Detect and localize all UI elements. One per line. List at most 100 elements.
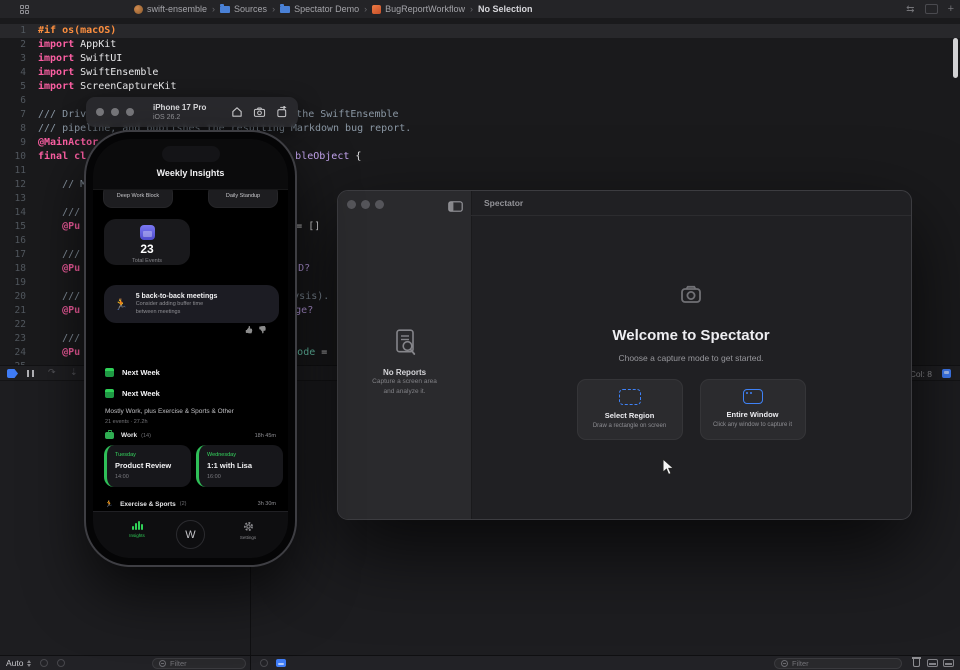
- insight-subtitle: between meetings: [136, 308, 218, 316]
- jump-bar: swift-ensemble › Sources › Spectator Demo › Bu…: [0, 0, 960, 19]
- breadcrumb-item[interactable]: swift-ensemble: [134, 4, 207, 14]
- total-events-value: 23: [140, 242, 153, 256]
- empty-subtitle: and analyze it.: [384, 387, 426, 397]
- zoom-button[interactable]: [375, 200, 384, 209]
- step-into-icon[interactable]: ⇣: [70, 367, 78, 378]
- folder-icon: [280, 6, 290, 13]
- week-meta: 21 events · 27.2h: [105, 419, 148, 425]
- device-name: iPhone 17 Pro: [153, 104, 206, 112]
- spectator-sidebar: No Reports Capture a screen area and ana…: [338, 191, 472, 519]
- window-outline-icon: [743, 389, 763, 404]
- bar-chart-icon: [132, 521, 143, 530]
- report-search-icon: [393, 329, 417, 357]
- swift-icon: [372, 5, 381, 14]
- breadcrumb-item[interactable]: Sources: [220, 4, 267, 14]
- os-version: iOS 26.2: [153, 114, 206, 121]
- minimize-button[interactable]: [111, 108, 119, 116]
- filter-icon: [781, 660, 788, 667]
- select-region-button[interactable]: Select Region Draw a rectangle on screen: [577, 379, 683, 440]
- chevron-right-icon: ›: [272, 4, 275, 14]
- breadcrumb-item[interactable]: Spectator Demo: [280, 4, 359, 14]
- section-next-week: Next Week: [105, 389, 160, 398]
- screenshot-icon[interactable]: [253, 106, 266, 118]
- breakpoints-toggle-icon[interactable]: [7, 369, 18, 378]
- empty-reports-state: No Reports Capture a screen area and ana…: [338, 329, 471, 396]
- event-card[interactable]: Wednesday 1:1 with Lisa 16:00: [196, 445, 283, 487]
- device-icon[interactable]: [942, 369, 951, 378]
- zoom-button[interactable]: [126, 108, 134, 116]
- code-line: 1#if os(macOS): [0, 24, 960, 38]
- xcode-window: swift-ensemble › Sources › Spectator Demo › Bu…: [0, 0, 960, 670]
- device-info: iPhone 17 Pro iOS 26.2: [153, 104, 206, 121]
- briefcase-icon: [105, 432, 114, 439]
- insight-subtitle: Consider adding buffer time: [136, 300, 218, 308]
- pkg-icon: [134, 5, 143, 14]
- calendar-icon: [105, 389, 114, 398]
- insight-title: 5 back-to-back meetings: [136, 293, 218, 300]
- spectator-window: No Reports Capture a screen area and ana…: [337, 190, 912, 520]
- runner-emoji-icon: 🏃: [105, 500, 113, 508]
- chevron-right-icon: ›: [212, 4, 215, 14]
- minimize-button[interactable]: [361, 200, 370, 209]
- traffic-lights: [347, 200, 384, 209]
- total-events-label: Total Events: [132, 258, 162, 264]
- region-dashed-icon: [619, 389, 641, 405]
- welcome-panel: Welcome to Spectator Choose a capture mo…: [471, 215, 911, 519]
- code-line: 2import AppKit: [0, 38, 960, 52]
- variables-filter-input[interactable]: Filter: [152, 658, 246, 669]
- calendar-icon: [140, 225, 155, 240]
- sidebar-toggle-icon[interactable]: [448, 199, 463, 217]
- chevron-right-icon: ›: [364, 4, 367, 14]
- folder-icon: [220, 6, 230, 13]
- phone-screen: Weekly Insights Deep Work Block Daily St…: [93, 139, 288, 558]
- simulator-toolbar: iPhone 17 Pro iOS 26.2: [86, 97, 298, 127]
- editor-scrollbar[interactable]: [953, 38, 958, 78]
- console-mode-icon[interactable]: [260, 659, 268, 667]
- thumbs-down-icon[interactable]: 👎: [258, 327, 272, 334]
- clear-console-icon[interactable]: [913, 659, 920, 667]
- work-category-row[interactable]: Work (14) 18h 45m: [105, 432, 276, 439]
- breadcrumb-item[interactable]: BugReportWorkflow: [372, 4, 465, 14]
- pause-icon[interactable]: [27, 370, 34, 377]
- breadcrumb-item[interactable]: No Selection: [478, 4, 533, 14]
- entire-window-button[interactable]: Entire Window Click any window to captur…: [700, 379, 806, 440]
- capture-camera-icon: [671, 279, 711, 311]
- total-events-card[interactable]: 23 Total Events: [104, 219, 190, 265]
- variables-scope-popup[interactable]: Auto: [6, 658, 31, 668]
- flag-icon[interactable]: [40, 659, 48, 667]
- breadcrumb: swift-ensemble › Sources › Spectator Demo › Bu…: [134, 0, 532, 18]
- thumbs-up-icon[interactable]: 👍: [245, 327, 259, 334]
- empty-title: No Reports: [383, 368, 426, 377]
- close-button[interactable]: [347, 200, 356, 209]
- console-stack-icon[interactable]: [276, 659, 286, 667]
- dynamic-island: [162, 146, 220, 162]
- welcome-subtitle: Choose a capture mode to get started.: [618, 353, 763, 363]
- home-icon[interactable]: [231, 106, 243, 118]
- step-over-icon[interactable]: ↷: [48, 367, 56, 378]
- swap-editors-icon[interactable]: ⇆: [906, 4, 914, 15]
- feedback-buttons: 👍👎: [245, 326, 272, 334]
- event-card[interactable]: Tuesday Product Review 14:00: [104, 445, 191, 487]
- editor-controls: ⇆ +: [906, 0, 954, 18]
- variables-panel-icon[interactable]: [927, 659, 938, 667]
- iphone-simulator: Weekly Insights Deep Work Block Daily St…: [86, 132, 295, 565]
- add-editor-icon[interactable]: +: [948, 3, 954, 15]
- tab-insights[interactable]: Insights: [119, 521, 155, 538]
- exercise-category-row[interactable]: 🏃 Exercise & Sports (2) 3h 30m: [105, 500, 276, 508]
- close-button[interactable]: [96, 108, 104, 116]
- section-next-week: Next Week: [105, 368, 160, 377]
- console-filter-input[interactable]: Filter: [774, 658, 902, 669]
- info-icon[interactable]: [57, 659, 65, 667]
- filter-icon: [159, 660, 166, 667]
- grid-icon[interactable]: [20, 5, 29, 14]
- chevron-right-icon: ›: [470, 4, 473, 14]
- tab-settings[interactable]: Settings: [230, 521, 266, 540]
- console-panel-icon[interactable]: [943, 659, 954, 667]
- rotate-icon[interactable]: [276, 106, 288, 118]
- insight-card[interactable]: 🏃 5 back-to-back meetings Consider addin…: [104, 285, 279, 323]
- app-logo[interactable]: W: [176, 520, 205, 549]
- tab-icon[interactable]: [925, 4, 938, 14]
- empty-subtitle: Capture a screen area: [372, 377, 437, 387]
- runner-emoji-icon: 🏃: [114, 298, 128, 311]
- column-indicator: Col: 8: [910, 369, 932, 379]
